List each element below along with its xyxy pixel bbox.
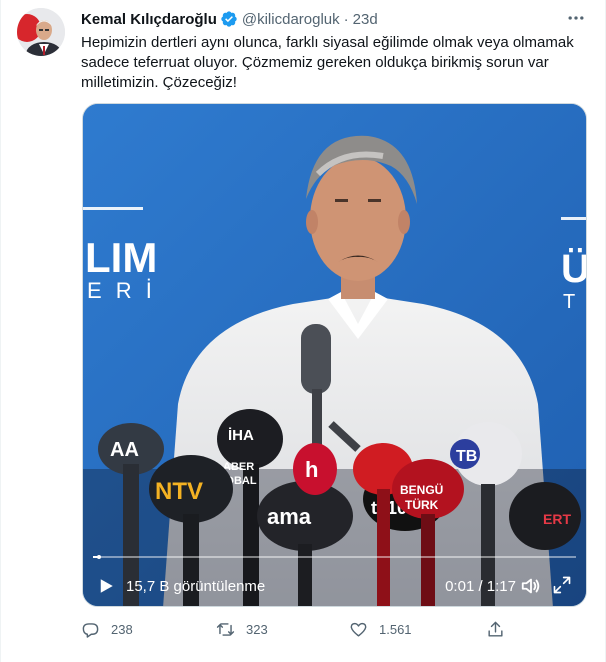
mic-label-tb: TB	[456, 448, 477, 465]
tweet-header: Kemal Kılıçdaroğlu @kilicdarogluk · 23d	[81, 9, 585, 29]
tweet-timestamp[interactable]: 23d	[353, 11, 378, 28]
backdrop-text-left: LIM	[85, 234, 157, 281]
mic-label-aa: AA	[110, 439, 139, 461]
separator-dot: ·	[343, 10, 349, 28]
reply-count: 238	[111, 622, 133, 637]
avatar-image	[17, 8, 65, 56]
share-button[interactable]	[486, 620, 516, 639]
reply-icon	[82, 623, 99, 638]
verified-badge-icon	[220, 10, 238, 28]
backdrop-subtext-right: T	[563, 291, 575, 313]
reply-button[interactable]: 238	[81, 620, 133, 639]
share-icon	[488, 621, 503, 637]
mic-label-ert: ERT	[543, 511, 571, 527]
video-frame: LIM E R İ Ü T AA İHA ABER DBAL NTV ama t…	[83, 104, 587, 606]
retweet-count: 323	[246, 622, 268, 637]
backdrop-text-right: Ü	[561, 246, 587, 291]
mic-label-turk: TÜRK	[405, 497, 439, 512]
avatar[interactable]	[17, 8, 65, 56]
more-options-icon[interactable]	[565, 7, 587, 29]
mic-label-ama: ama	[267, 504, 312, 529]
mic-label-iha: İHA	[228, 427, 254, 444]
tweet-article[interactable]: Kemal Kılıçdaroğlu @kilicdarogluk · 23d …	[0, 0, 606, 662]
mic-label-haber: ABER	[223, 461, 254, 473]
backdrop-subtext-left: E R İ	[87, 278, 156, 303]
video-controls: 15,7 B görüntülenme 0:01 / 1:17	[83, 566, 586, 606]
like-count: 1.561	[379, 622, 412, 637]
video-timecode: 0:01 / 1:17	[445, 577, 516, 595]
mic-label-haberturk: h	[305, 457, 318, 482]
retweet-button[interactable]: 323	[216, 620, 268, 639]
mic-label-ntv: NTV	[155, 478, 203, 505]
heart-icon	[350, 622, 367, 637]
like-button[interactable]: 1.561	[349, 620, 412, 639]
tweet-text: Hepimizin dertleri aynı olunca, farklı s…	[81, 34, 574, 91]
volume-icon[interactable]	[520, 575, 542, 597]
author-name[interactable]: Kemal Kılıçdaroğlu	[81, 11, 217, 28]
fullscreen-icon[interactable]	[552, 575, 572, 595]
video-view-count: 15,7 B görüntülenme	[126, 577, 266, 595]
mic-label-bengu: BENGÜ	[400, 482, 443, 497]
retweet-icon	[216, 623, 235, 636]
video-player[interactable]: LIM E R İ Ü T AA İHA ABER DBAL NTV ama t…	[82, 103, 587, 607]
video-progress-bar[interactable]	[93, 555, 576, 559]
play-icon[interactable]	[97, 577, 115, 595]
author-handle[interactable]: @kilicdarogluk	[242, 11, 340, 28]
